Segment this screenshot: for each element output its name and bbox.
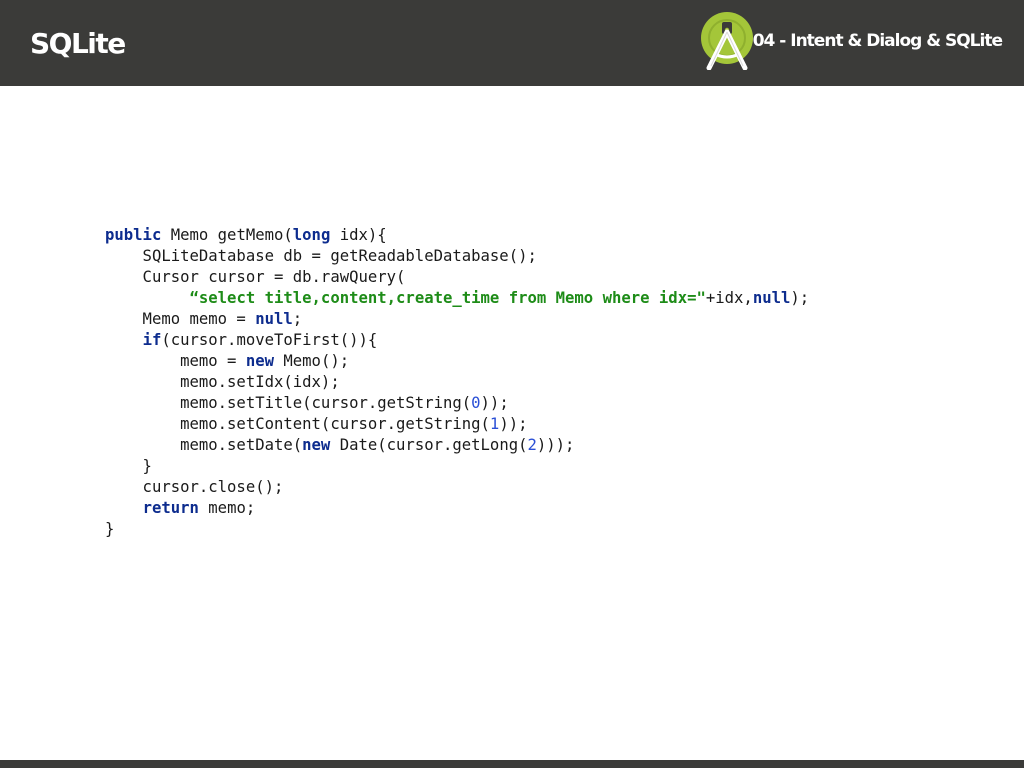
android-studio-icon (701, 12, 753, 70)
code-token: new (302, 436, 331, 454)
code-token: if (142, 331, 162, 349)
slide-title: SQLite (30, 27, 126, 60)
code-token: memo.setDate( (105, 436, 303, 454)
code-token: “select title,content,create_time from M… (189, 289, 706, 307)
code-token: Cursor cursor = db.rawQuery( (105, 268, 406, 286)
code-line: if(cursor.moveToFirst()){ (105, 330, 809, 351)
code-token: cursor.close(); (105, 478, 284, 496)
code-line: } (105, 456, 809, 477)
code-token: memo = (105, 352, 246, 370)
code-token: Memo getMemo( (161, 226, 293, 244)
code-token: Date(cursor.getLong( (330, 436, 528, 454)
code-token: idx){ (330, 226, 387, 244)
code-token: public (105, 226, 162, 244)
code-line: } (105, 519, 809, 540)
code-token: SQLiteDatabase db = getReadableDatabase(… (105, 247, 537, 265)
slide: SQLite 04 - Intent & Dialog & SQLite pub… (0, 0, 1024, 768)
code-token: null (752, 289, 791, 307)
code-token: +idx, (705, 289, 753, 307)
slide-header: SQLite 04 - Intent & Dialog & SQLite (0, 0, 1024, 86)
code-token: ); (790, 289, 810, 307)
code-token: } (105, 520, 115, 538)
code-line: memo.setIdx(idx); (105, 372, 809, 393)
code-token: long (292, 226, 331, 244)
code-token: null (255, 310, 293, 328)
code-token: (cursor.moveToFirst()){ (161, 331, 378, 349)
deck-subtitle: 04 - Intent & Dialog & SQLite (752, 31, 1003, 51)
code-token: 1 (489, 415, 500, 433)
code-line: memo.setContent(cursor.getString(1)); (105, 414, 809, 435)
code-line: memo.setDate(new Date(cursor.getLong(2))… (105, 435, 809, 456)
code-line: memo = new Memo(); (105, 351, 809, 372)
code-line: Cursor cursor = db.rawQuery( (105, 267, 809, 288)
code-token: memo; (198, 499, 256, 517)
code-token: 2 (527, 436, 537, 454)
code-line: memo.setTitle(cursor.getString(0)); (105, 393, 809, 414)
code-token: memo.setIdx(idx); (105, 373, 340, 391)
code-token: Memo(); (274, 352, 350, 370)
code-token: )); (480, 394, 509, 412)
code-line: “select title,content,create_time from M… (105, 288, 810, 309)
code-token: ))); (536, 436, 575, 454)
code-token: } (105, 457, 152, 475)
footer-bar (0, 760, 1024, 768)
code-token: Memo memo = (105, 310, 256, 328)
code-line: SQLiteDatabase db = getReadableDatabase(… (105, 246, 809, 267)
code-line: cursor.close(); (105, 477, 809, 498)
code-token: 0 (471, 394, 481, 412)
code-token: memo.setContent(cursor.getString( (105, 415, 490, 433)
code-token: memo.setTitle(cursor.getString( (105, 394, 472, 412)
code-line: Memo memo = null; (105, 309, 809, 330)
code-line: public Memo getMemo(long idx){ (105, 225, 809, 246)
code-token: ; (292, 310, 303, 328)
code-token: return (142, 499, 199, 517)
code-token: )); (499, 415, 528, 433)
code-block: public Memo getMemo(long idx){ SQLiteDat… (105, 225, 809, 540)
code-token: new (245, 352, 274, 370)
code-line: return memo; (105, 498, 809, 519)
